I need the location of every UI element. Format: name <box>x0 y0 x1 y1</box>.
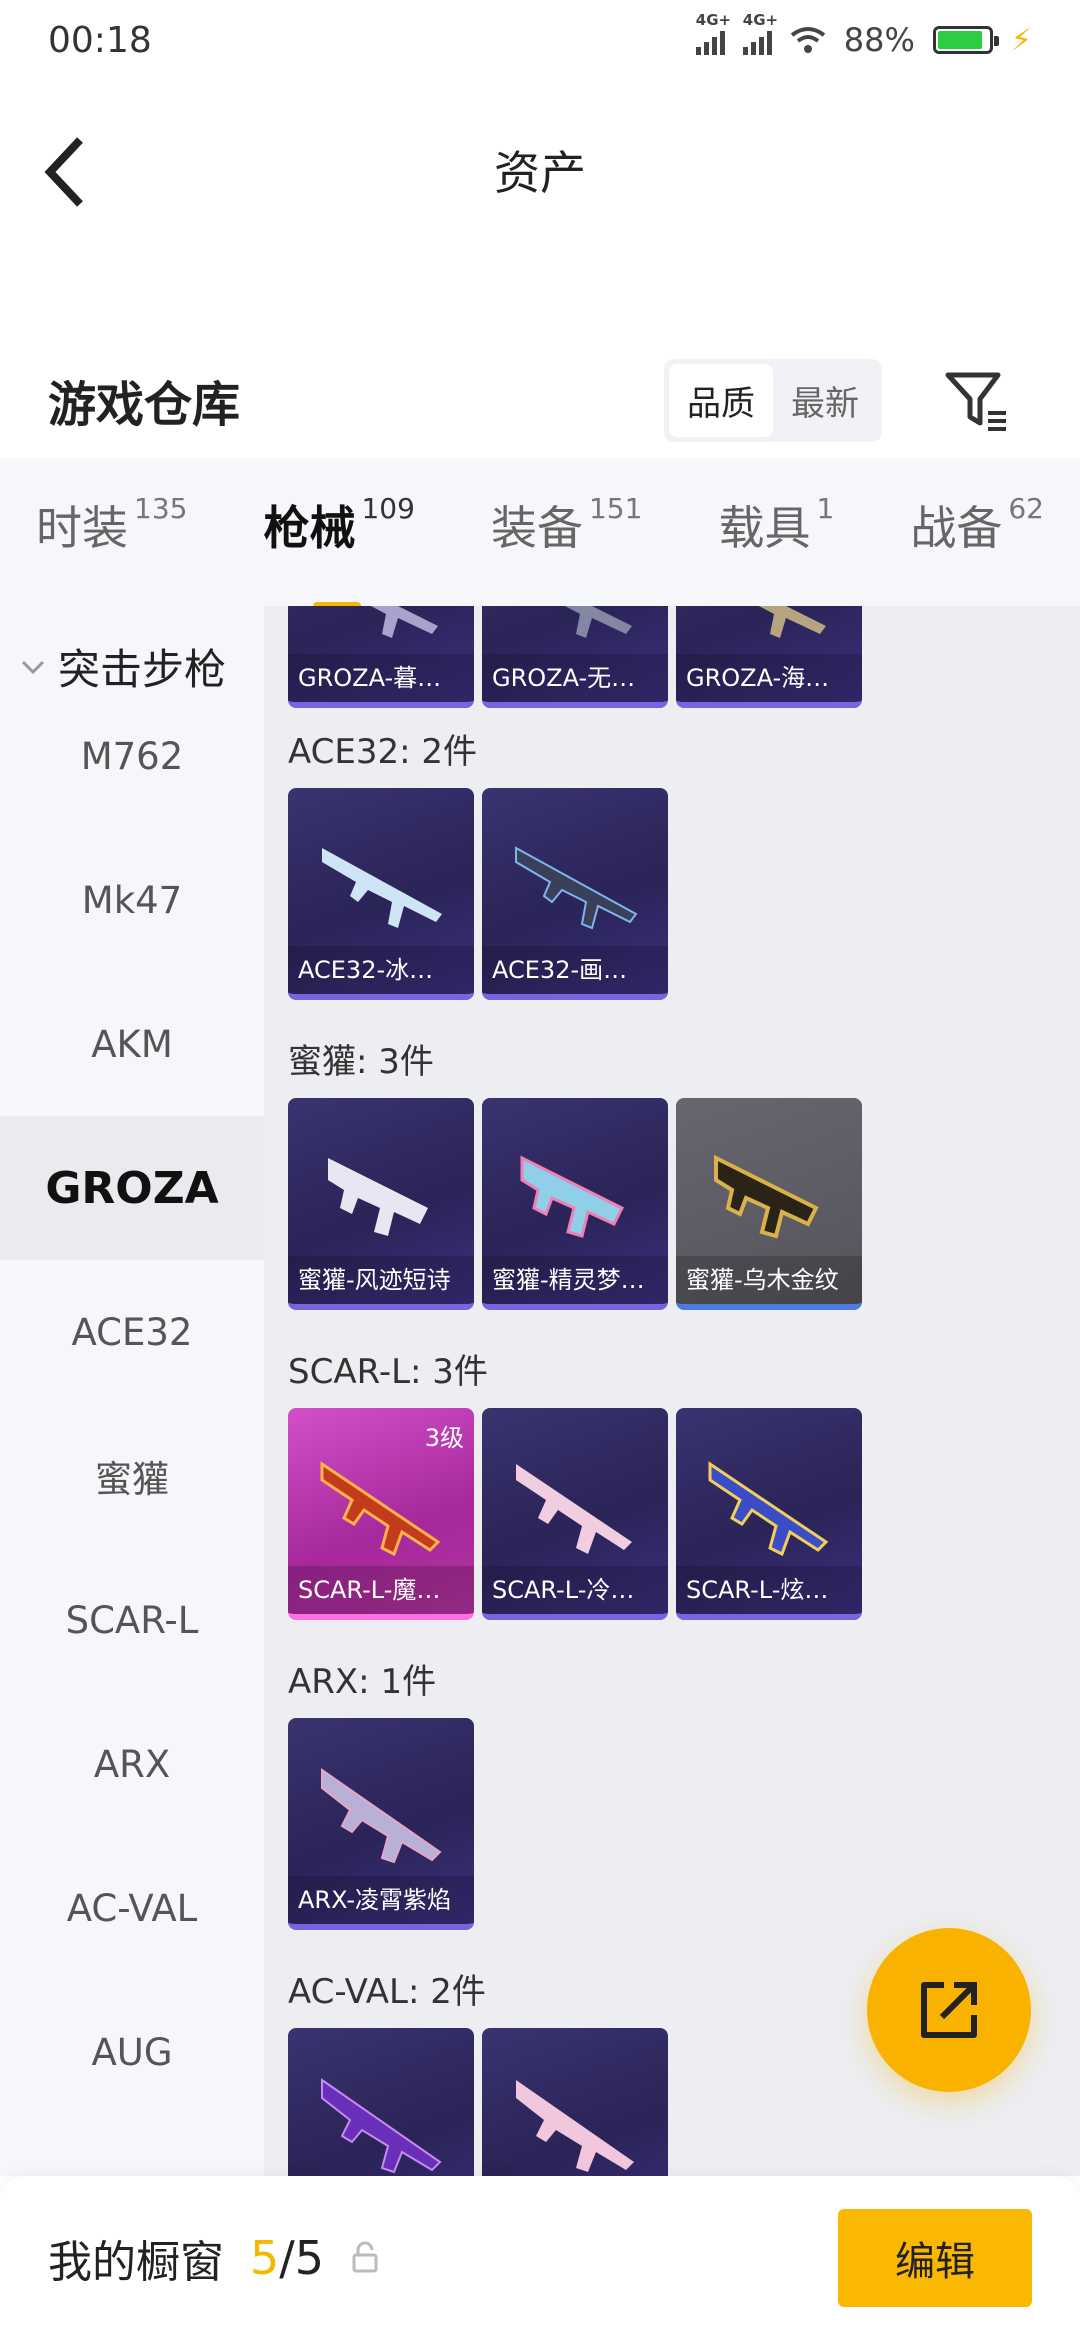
sidebar-item-mk47[interactable]: Mk47 <box>0 828 264 972</box>
skin-card[interactable]: GROZA-无… <box>482 606 668 708</box>
rifle-icon <box>320 1461 441 1557</box>
rifle-icon <box>321 2078 442 2174</box>
status-icons: 4G+ 4G+ 88% ⚡ <box>695 11 1032 59</box>
status-time: 00:18 <box>48 19 152 61</box>
showcase-bar: 我的橱窗 5/5 编辑 <box>0 2176 1080 2340</box>
skin-card[interactable]: GROZA-暮… <box>288 606 474 708</box>
status-bar: 00:18 4G+ 4G+ 88% ⚡ <box>0 0 1080 80</box>
rifle-icon <box>758 606 826 638</box>
skin-card[interactable]: 蜜獾-乌木金纹 <box>676 1098 862 1310</box>
sidebar-item-arx[interactable]: ARX <box>0 1692 264 1836</box>
filter-icon <box>945 372 1006 431</box>
sort-toggle: 品质 最新 <box>664 358 882 442</box>
wifi-icon <box>790 27 825 53</box>
sidebar-item-scar-l[interactable]: SCAR-L <box>0 1548 264 1692</box>
skin-card[interactable]: SCAR-L-冷… <box>482 1408 668 1620</box>
sidebar-item-ace32[interactable]: ACE32 <box>0 1260 264 1404</box>
skin-card[interactable]: GROZA-海… <box>676 606 862 708</box>
back-button[interactable] <box>40 132 110 212</box>
skin-card[interactable]: ACE32-冰… <box>288 788 474 1000</box>
rifle-icon <box>515 846 638 930</box>
tab-fashion[interactable]: 时装 135 <box>36 492 187 572</box>
lock-icon <box>352 2241 378 2273</box>
cellular-signal-icon-2: 4G+ <box>742 11 778 55</box>
warehouse-header: 游戏仓库 品质 最新 <box>0 345 1080 455</box>
sidebar-item-ac-val[interactable]: AC-VAL <box>0 1836 264 1980</box>
skin-card[interactable]: ACE32-画… <box>482 788 668 1000</box>
skin-card[interactable]: 蜜獾-精灵梦… <box>482 1098 668 1310</box>
smg-icon <box>328 1158 428 1236</box>
weapon-type-sidebar: 突击步枪 M762 Mk47 AKM GROZA ACE32 蜜獾 SCAR-L… <box>0 606 264 2176</box>
share-icon <box>921 1982 977 2038</box>
sort-option-quality[interactable]: 品质 <box>669 363 773 437</box>
battery-icon <box>932 26 999 54</box>
sidebar-item-groza[interactable]: GROZA <box>0 1116 264 1260</box>
skin-card[interactable] <box>288 2028 474 2176</box>
smg-icon <box>714 1154 819 1239</box>
page-title: 资产 <box>494 146 586 200</box>
showcase-label: 我的橱窗 <box>48 2237 224 2288</box>
showcase-count: 5/5 <box>250 2231 325 2285</box>
sidebar-item-m762[interactable]: M762 <box>0 684 264 828</box>
section-title-honey-badger: 蜜獾: 3件 <box>288 1042 434 1082</box>
skin-card[interactable]: SCAR-L-炫… <box>676 1408 862 1620</box>
edit-button[interactable]: 编辑 <box>838 2209 1032 2307</box>
tab-supplies[interactable]: 战备 62 <box>910 492 1044 572</box>
filter-button[interactable] <box>942 365 1012 435</box>
section-title-arx: ARX: 1件 <box>288 1662 437 1702</box>
skin-card[interactable] <box>482 2028 668 2176</box>
rifle-icon <box>321 1768 442 1864</box>
sort-option-newest[interactable]: 最新 <box>773 364 877 437</box>
rifle-icon <box>322 848 442 928</box>
skin-card[interactable]: 3级 SCAR-L-魔… <box>288 1408 474 1620</box>
tab-equipment[interactable]: 装备 151 <box>491 492 642 572</box>
sidebar-item-honey-badger[interactable]: 蜜獾 <box>0 1404 264 1548</box>
sidebar-item-aug[interactable]: AUG <box>0 1980 264 2124</box>
skin-card[interactable]: ARX-凌霄紫焰 <box>288 1718 474 1930</box>
share-button[interactable] <box>867 1928 1031 2092</box>
charging-bolt-icon: ⚡ <box>1010 22 1032 58</box>
section-title-ac-val: AC-VAL: 2件 <box>288 1972 486 2012</box>
cellular-signal-icon: 4G+ <box>695 11 731 55</box>
battery-percent: 88% <box>843 21 915 59</box>
warehouse-title: 游戏仓库 <box>48 377 241 433</box>
rifle-icon <box>708 1461 829 1557</box>
chevron-left-icon <box>44 137 83 207</box>
sidebar-item-akm[interactable]: AKM <box>0 972 264 1116</box>
section-title-ace32: ACE32: 2件 <box>288 732 478 772</box>
skin-card[interactable]: 蜜獾-风迹短诗 <box>288 1098 474 1310</box>
rifle-icon <box>564 606 632 638</box>
section-title-scar-l: SCAR-L: 3件 <box>288 1352 488 1392</box>
app-header: 资产 <box>0 110 1080 230</box>
rifle-icon <box>516 1464 632 1554</box>
tab-vehicles[interactable]: 载具 1 <box>718 492 834 572</box>
tab-firearms[interactable]: 枪械 109 <box>263 492 415 611</box>
smg-icon <box>520 1155 625 1238</box>
category-tabs: 时装 135 枪械 109 装备 151 载具 1 战备 62 <box>0 458 1080 611</box>
rifle-icon <box>370 606 438 638</box>
chevron-down-icon <box>21 660 45 674</box>
rifle-icon <box>516 2080 634 2172</box>
